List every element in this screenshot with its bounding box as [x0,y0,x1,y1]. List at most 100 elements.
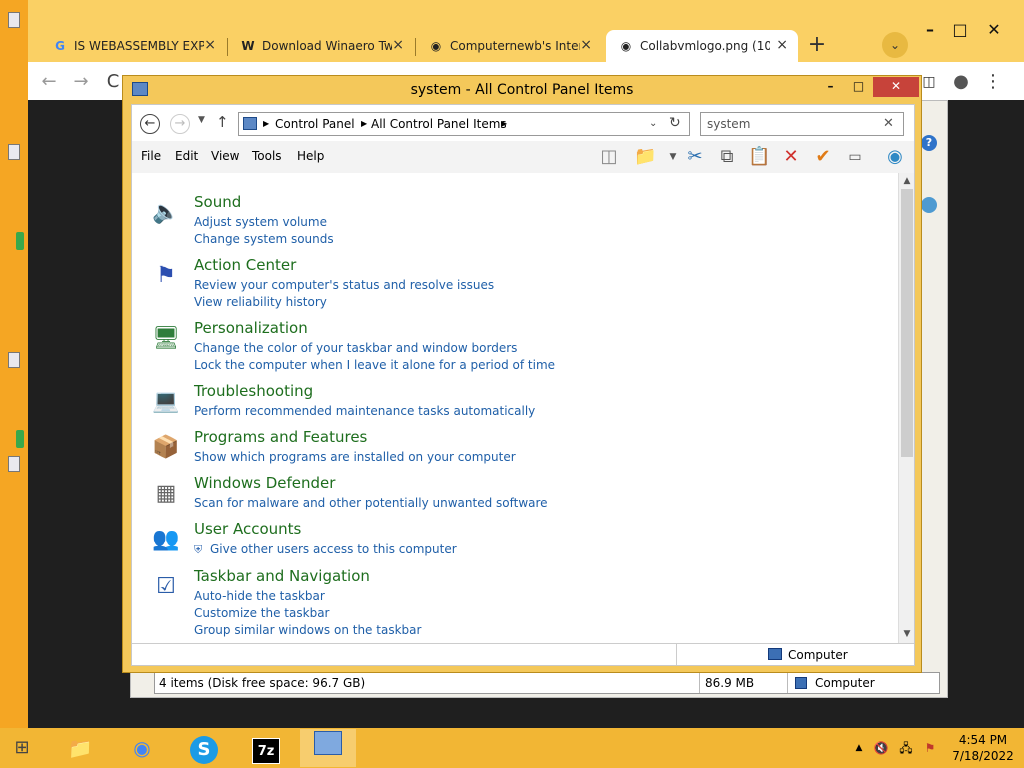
desktop-icon-1[interactable] [0,8,24,32]
address-bar[interactable]: ▶ Control Panel ▶ All Control Panel Item… [238,112,690,136]
collabvm-bowl-icon[interactable]: ◉ [884,146,906,168]
close-tab-icon[interactable]: × [392,37,404,53]
item-heading[interactable]: Troubleshooting [194,382,313,400]
show-hidden-icons-icon[interactable]: ▲ [851,740,867,756]
clock[interactable]: 4:54 PM 7/18/2022 [948,732,1018,764]
menu-help[interactable]: Help [297,149,324,163]
cut-icon[interactable]: ✂ [684,146,706,168]
item-link[interactable]: Group similar windows on the taskbar [194,623,421,637]
new-tab-button[interactable]: + [804,33,830,59]
chrome-maximize-button[interactable]: □ [946,18,974,42]
item-link[interactable]: View reliability history [194,295,327,309]
chrome-tab-1[interactable]: G IS WEBASSEMBLY EXPERIMENTAL × [40,30,226,62]
item-heading[interactable]: User Accounts [194,520,301,538]
breadcrumb-all-items[interactable]: All Control Panel Items [371,117,507,131]
layout-icon[interactable]: ◫ [598,146,620,168]
close-button[interactable]: ✕ [873,77,919,97]
delete-icon[interactable]: ✕ [780,146,802,168]
status-divider [676,644,677,665]
folder-options-chevron-icon[interactable]: ▼ [662,146,684,168]
taskbar-7zip[interactable]: 7z [238,729,294,767]
address-dropdown-icon[interactable]: ⌄ [649,118,657,129]
menu-edit[interactable]: Edit [175,149,198,163]
action-center-flag-icon[interactable]: ⚑ [922,740,938,756]
profile-avatar[interactable]: ● [950,71,972,93]
taskbar-control-panel[interactable] [300,729,356,767]
item-link[interactable]: Show which programs are installed on you… [194,450,516,464]
refresh-icon[interactable]: ↻ [669,115,681,131]
tab-search-button[interactable]: ⌄ [882,32,908,58]
up-arrow-icon[interactable]: ↑ [216,113,229,131]
clock-date: 7/18/2022 [952,749,1014,763]
item-heading[interactable]: Action Center [194,256,296,274]
chrome-tab-3[interactable]: ◉ Computernewb's Internet × [416,30,602,62]
control-panel-client: ← → ▼ ↑ ▶ Control Panel ▶ All Control Pa… [131,104,915,666]
reload-button[interactable]: C [102,71,124,93]
menu-file[interactable]: File [141,149,161,163]
explorer-status-bar: 4 items (Disk free space: 96.7 GB) 86.9 … [154,672,940,694]
breadcrumb-control-panel[interactable]: Control Panel [275,117,355,131]
item-link[interactable]: Change the color of your taskbar and win… [194,341,517,355]
taskbar-chrome[interactable]: ◉ [114,729,170,767]
desktop-icon-3[interactable] [0,228,24,252]
control-panel-icon [314,731,342,755]
maximize-button[interactable]: □ [845,77,872,97]
troubleshoot-icon: 💻 [152,389,180,414]
forward-button[interactable]: → [170,114,190,134]
scroll-down-arrow-icon[interactable]: ▼ [901,627,913,641]
clear-search-icon[interactable]: ✕ [883,116,894,131]
start-button[interactable]: ⊞ [0,728,44,768]
close-tab-icon[interactable]: × [776,37,788,53]
item-link[interactable]: Scan for malware and other potentially u… [194,496,548,510]
taskbar-skype[interactable]: S [176,729,232,767]
item-heading[interactable]: Sound [194,193,241,211]
item-link[interactable]: Auto-hide the taskbar [194,589,325,603]
item-heading[interactable]: Taskbar and Navigation [194,567,370,585]
item-heading[interactable]: Programs and Features [194,428,367,446]
item-link[interactable]: Perform recommended maintenance tasks au… [194,404,535,418]
forward-button[interactable]: → [70,71,92,93]
copy-icon[interactable]: ⧉ [716,146,738,168]
item-link[interactable]: Give other users access to this computer [210,542,457,556]
desktop-icon-4[interactable] [0,322,24,368]
desktop-icon-2[interactable] [0,120,24,160]
close-tab-icon[interactable]: × [580,37,592,53]
back-button[interactable]: ← [140,114,160,134]
item-heading[interactable]: Windows Defender [194,474,335,492]
item-link[interactable]: Change system sounds [194,232,334,246]
chrome-tab-4-active[interactable]: ◉ Collabvmlogo.png (1000 × [606,30,798,62]
scroll-up-arrow-icon[interactable]: ▲ [901,174,913,188]
desktop-icon-6[interactable] [0,448,24,472]
chrome-menu-button[interactable]: ⋮ [982,71,1004,93]
taskbar: ⊞ 📁 ◉ S 7z ▲ 🔇 🖧 ⚑ 4:54 PM 7/18/2022 [0,728,1024,768]
rename-icon[interactable]: ▭ [844,146,866,168]
taskbar-file-explorer[interactable]: 📁 [52,729,108,767]
recent-locations-chevron-icon[interactable]: ▼ [198,115,205,125]
item-link[interactable]: Customize the taskbar [194,606,329,620]
properties-check-icon[interactable]: ✔ [812,146,834,168]
volume-muted-icon[interactable]: 🔇 [873,740,889,756]
taskbar-icon: ☑ [156,574,176,599]
breadcrumb-separator-icon: ▶ [263,119,270,128]
search-input[interactable] [701,113,879,135]
vertical-scrollbar[interactable]: ▲ ▼ [898,173,914,643]
scrollbar-thumb[interactable] [901,189,913,457]
folder-options-icon[interactable]: 📁 [634,146,656,168]
minimize-button[interactable]: – [817,77,844,97]
chrome-minimize-button[interactable]: – [916,18,944,42]
item-link[interactable]: Review your computer's status and resolv… [194,278,494,292]
close-tab-icon[interactable]: × [204,37,216,53]
tab-title: IS WEBASSEMBLY EXPERIMENTAL [74,39,204,53]
item-link[interactable]: Adjust system volume [194,215,327,229]
chrome-close-button[interactable]: ✕ [980,18,1008,42]
item-link[interactable]: Lock the computer when I leave it alone … [194,358,555,372]
menu-view[interactable]: View [211,149,239,163]
chrome-tab-2[interactable]: W Download Winaero Tweaker × [228,30,414,62]
status-item-count: 4 items (Disk free space: 96.7 GB) [159,676,366,690]
back-button[interactable]: ← [38,71,60,93]
network-icon[interactable]: 🖧 [898,740,914,756]
item-heading[interactable]: Personalization [194,319,308,337]
paste-icon[interactable]: 📋 [748,146,770,168]
window-title: system - All Control Panel Items [410,82,634,98]
menu-tools[interactable]: Tools [252,149,282,163]
